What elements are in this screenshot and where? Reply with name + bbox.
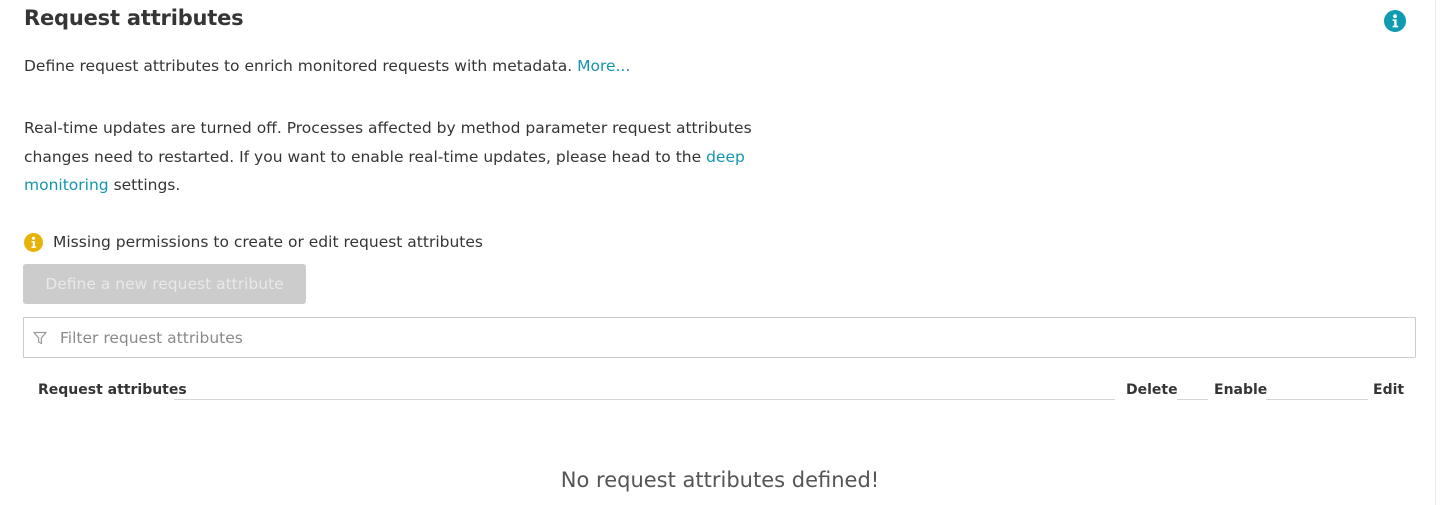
realtime-note-suffix: settings. bbox=[113, 176, 181, 194]
warning-text: Missing permissions to create or edit re… bbox=[53, 233, 483, 251]
realtime-note-text: Real-time updates are turned off. Proces… bbox=[24, 119, 752, 166]
info-icon[interactable] bbox=[1384, 10, 1406, 32]
missing-permissions-warning: Missing permissions to create or edit re… bbox=[24, 231, 483, 253]
header-divider bbox=[1266, 399, 1368, 400]
description-text: Define request attributes to enrich moni… bbox=[24, 57, 573, 75]
page-description: Define request attributes to enrich moni… bbox=[24, 56, 630, 76]
header-divider bbox=[1177, 399, 1208, 400]
filter-input[interactable] bbox=[60, 328, 1360, 347]
filter-icon bbox=[33, 331, 47, 345]
page-edge-divider bbox=[1435, 0, 1436, 505]
page-title: Request attributes bbox=[24, 6, 244, 30]
filter-bar[interactable] bbox=[23, 317, 1416, 358]
column-header-request-attributes[interactable]: Request attributes bbox=[38, 382, 187, 398]
header-divider bbox=[174, 399, 1115, 400]
more-link[interactable]: More... bbox=[577, 57, 630, 75]
request-attributes-page: Request attributes Define request attrib… bbox=[0, 0, 1442, 505]
realtime-updates-note: Real-time updates are turned off. Proces… bbox=[24, 114, 754, 200]
column-header-delete: Delete bbox=[1126, 382, 1178, 398]
warning-info-icon bbox=[24, 232, 43, 252]
column-header-edit: Edit bbox=[1373, 382, 1405, 398]
column-header-enable: Enable bbox=[1214, 382, 1268, 398]
define-request-attribute-button[interactable]: Define a new request attribute bbox=[23, 264, 306, 304]
empty-state-message: No request attributes defined! bbox=[560, 468, 880, 492]
